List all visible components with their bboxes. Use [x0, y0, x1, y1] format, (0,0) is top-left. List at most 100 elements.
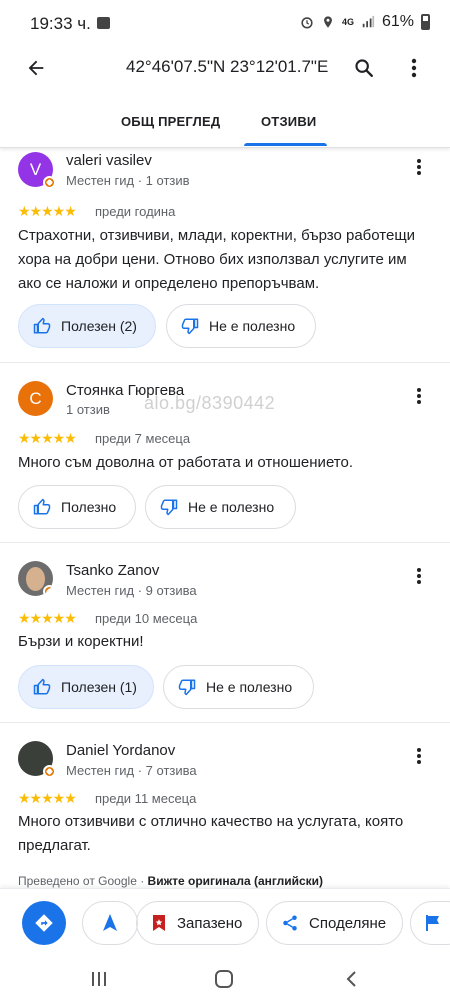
helpful-button[interactable]: Полезен (2)	[18, 304, 156, 348]
status-time: 19:33 ч.	[30, 14, 91, 33]
thumb-down-icon	[160, 499, 178, 516]
not-helpful-button[interactable]: Не е полезно	[145, 485, 296, 529]
view-original-link[interactable]: Вижте оригинала (английски)	[148, 874, 323, 888]
more-vert-icon	[411, 58, 417, 78]
local-guide-badge-icon	[43, 765, 56, 778]
watermark: alo.bg/8390442	[144, 393, 276, 413]
review-text: Много съм доволна от работата и отношени…	[18, 454, 353, 471]
recent-apps-icon	[92, 972, 106, 986]
thumb-up-icon	[33, 317, 51, 334]
review-card: V valeri vasilev Местен гид · 1 отзив ★★…	[0, 148, 450, 363]
more-vert-icon	[417, 388, 421, 404]
review-author-meta: Местен гид · 1 отзив	[66, 173, 190, 188]
review-date: преди 7 месеца	[95, 431, 191, 446]
review-date: преди година	[95, 204, 176, 219]
search-button[interactable]	[348, 52, 380, 84]
review-card: Tsanko Zanov Местен гид · 9 отзива ★★★★★…	[0, 543, 450, 723]
arrow-back-icon	[28, 60, 44, 76]
translated-note: Преведено от Google · Вижте оригинала (а…	[18, 874, 323, 888]
avatar-letter: V	[29, 159, 42, 179]
share-button[interactable]: Споделяне	[266, 901, 403, 945]
not-helpful-label: Не е полезно	[206, 679, 293, 695]
not-helpful-button[interactable]: Не е полезно	[163, 665, 314, 709]
not-helpful-button[interactable]: Не е полезно	[166, 304, 316, 348]
share-label: Споделяне	[309, 914, 387, 932]
helpful-label: Полезен (2)	[61, 318, 137, 334]
signal-icon	[362, 15, 375, 28]
start-navigation-button[interactable]	[82, 901, 138, 945]
review-author-meta: 1 отзив	[66, 402, 110, 417]
more-vert-icon	[417, 748, 421, 764]
battery-percent: 61%	[381, 13, 414, 30]
thumb-down-icon	[181, 318, 199, 335]
review-more-button[interactable]	[404, 561, 434, 591]
review-more-button[interactable]	[404, 741, 434, 771]
recent-apps-button[interactable]	[84, 964, 114, 994]
reviews-list[interactable]: V valeri vasilev Местен гид · 1 отзив ★★…	[0, 148, 450, 888]
review-date: преди 10 месеца	[95, 611, 198, 626]
more-vert-icon	[417, 159, 421, 175]
flag-icon	[426, 915, 439, 931]
star-rating: ★★★★★	[18, 610, 77, 626]
save-button[interactable]: Запазено	[136, 901, 259, 945]
home-button[interactable]	[209, 964, 239, 994]
share-icon	[283, 915, 297, 931]
network-type: 4G	[341, 16, 354, 27]
back-button[interactable]	[20, 52, 52, 84]
review-text: Много отзивчиви с отлично качество на ус…	[18, 813, 404, 854]
star-rating: ★★★★★	[18, 203, 77, 219]
review-card: Daniel Yordanov Местен гид · 7 отзива ★★…	[0, 723, 450, 888]
review-date: преди 11 месеца	[95, 791, 197, 806]
save-label: Запазено	[177, 914, 243, 932]
review-text: Страхотни, отзивчиви, млади, коректни, б…	[18, 227, 416, 292]
gallery-notification-icon	[97, 17, 110, 29]
avatar-letter: С	[29, 388, 42, 408]
more-vert-icon	[417, 568, 421, 584]
helpful-label: Полезен (1)	[61, 679, 137, 695]
avatar-photo[interactable]	[18, 741, 56, 778]
tab-overview[interactable]: ОБЩ ПРЕГЛЕД	[121, 114, 220, 129]
helpful-button[interactable]: Полезно	[18, 485, 136, 529]
tab-reviews[interactable]: ОТЗИВИ	[261, 114, 316, 129]
review-text: Бързи и коректни!	[18, 633, 144, 650]
directions-icon	[35, 914, 53, 932]
avatar-face	[26, 567, 45, 591]
helpful-label: Полезно	[61, 499, 117, 515]
more-options-button[interactable]	[398, 52, 430, 84]
home-icon	[215, 970, 233, 988]
thumb-down-icon	[178, 679, 196, 696]
location-icon	[324, 16, 332, 28]
app-bar: 42°46'07.5"N 23°12'01.7"E	[0, 46, 450, 90]
review-author[interactable]: Tsanko Zanov	[66, 562, 159, 579]
thumb-up-icon	[33, 678, 51, 695]
avatar[interactable]: V	[18, 152, 56, 189]
avatar-photo[interactable]	[18, 561, 53, 596]
battery-icon	[421, 14, 430, 30]
not-helpful-label: Не е полезно	[209, 318, 296, 334]
review-more-button[interactable]	[404, 381, 434, 411]
system-back-button[interactable]	[336, 964, 366, 994]
local-guide-badge-icon	[43, 176, 56, 189]
chevron-left-icon	[346, 971, 356, 987]
page-title: 42°46'07.5"N 23°12'01.7"E	[126, 57, 329, 76]
thumb-up-icon	[33, 498, 51, 515]
star-rating: ★★★★★	[18, 430, 77, 446]
not-helpful-label: Не е полезно	[188, 499, 275, 515]
avatar[interactable]: С	[18, 381, 53, 416]
helpful-button[interactable]: Полезен (1)	[18, 665, 154, 709]
status-bar: 19:33 ч. 4G 61%	[0, 0, 450, 46]
action-bar: Запазено Споделяне	[0, 888, 450, 956]
review-more-button[interactable]	[404, 152, 434, 182]
bookmark-icon	[153, 915, 165, 931]
directions-button[interactable]	[22, 901, 66, 945]
translated-prefix: Преведено от Google ·	[18, 874, 148, 888]
review-author[interactable]: Daniel Yordanov	[66, 742, 175, 759]
review-author-meta: Местен гид · 7 отзива	[66, 763, 197, 778]
system-nav-bar	[0, 956, 450, 1000]
search-icon	[355, 59, 373, 77]
report-button[interactable]	[410, 901, 450, 945]
status-icons: 4G 61%	[300, 13, 430, 31]
review-author[interactable]: valeri vasilev	[66, 152, 152, 169]
local-guide-badge-icon	[43, 585, 53, 596]
review-card: С Стоянка Гюргева 1 отзив ★★★★★ преди 7 …	[0, 363, 450, 543]
